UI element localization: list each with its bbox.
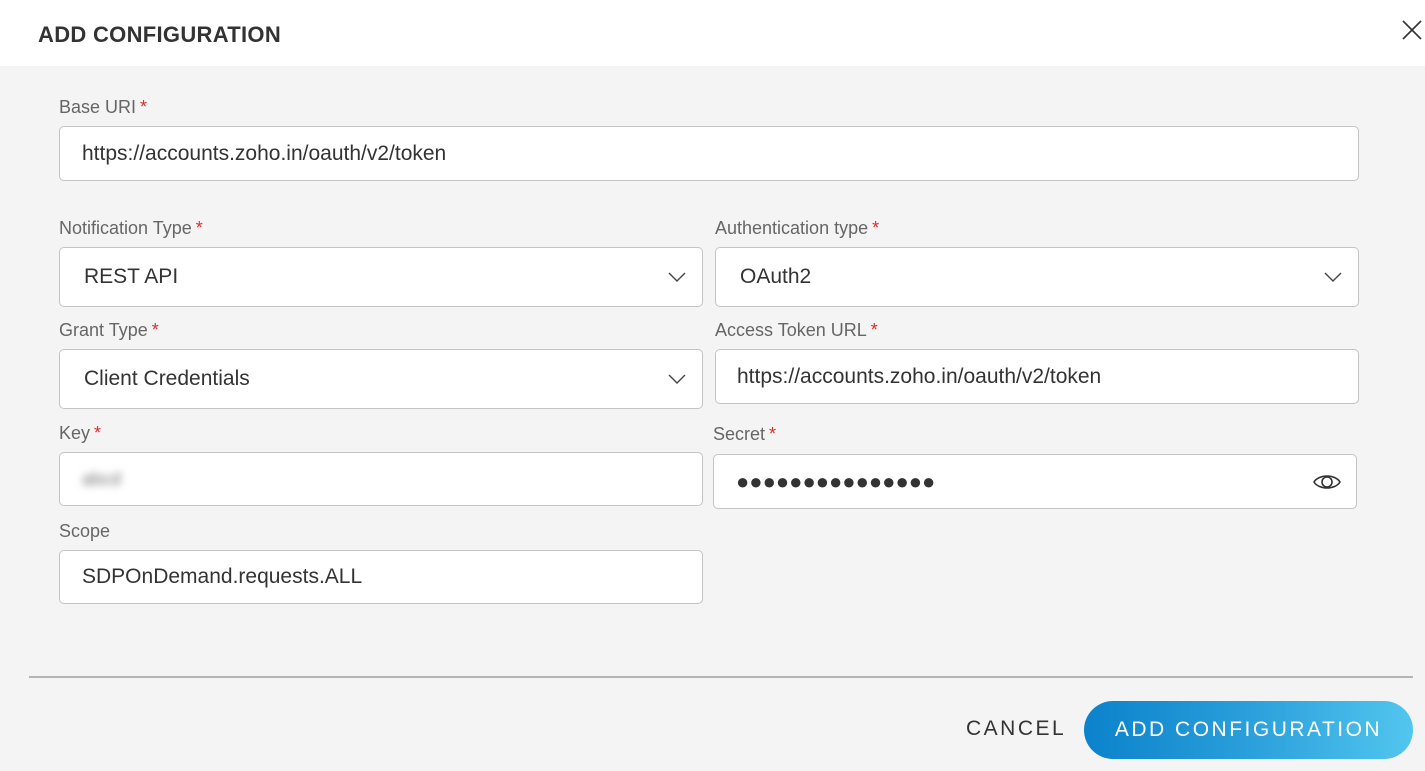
base-uri-value: https://accounts.zoho.in/oauth/v2/token <box>82 141 447 165</box>
chevron-down-icon <box>668 272 686 282</box>
base-uri-input[interactable]: https://accounts.zoho.in/oauth/v2/token <box>59 126 1359 181</box>
required-mark: * <box>870 320 878 340</box>
required-mark: * <box>151 320 159 340</box>
authentication-type-select[interactable]: OAuth2 <box>715 247 1359 307</box>
required-mark: * <box>195 218 203 238</box>
access-token-url-label: Access Token URL * <box>715 320 878 341</box>
access-token-url-input[interactable]: https://accounts.zoho.in/oauth/v2/token <box>715 349 1359 404</box>
notification-type-label-text: Notification Type <box>59 218 192 238</box>
key-label-text: Key <box>59 423 91 443</box>
base-uri-label: Base URI * <box>59 97 147 118</box>
footer-divider <box>29 676 1413 678</box>
scope-input[interactable]: SDPOnDemand.requests.ALL <box>59 550 703 604</box>
dialog-header: ADD CONFIGURATION <box>0 0 1425 66</box>
add-configuration-button[interactable]: ADD CONFIGURATION <box>1084 701 1413 759</box>
notification-type-value: REST API <box>84 265 179 288</box>
eye-icon[interactable] <box>1312 471 1342 493</box>
key-label: Key * <box>59 423 101 444</box>
chevron-down-icon <box>1324 272 1342 282</box>
notification-type-label: Notification Type * <box>59 218 203 239</box>
cancel-button[interactable]: CANCEL <box>966 717 1066 741</box>
grant-type-value: Client Credentials <box>84 367 250 390</box>
secret-value: ●●●●●●●●●●●●●●● <box>736 468 936 494</box>
required-mark: * <box>140 97 148 117</box>
scope-label-text: Scope <box>59 521 111 541</box>
notification-type-select[interactable]: REST API <box>59 247 703 307</box>
access-token-url-value: https://accounts.zoho.in/oauth/v2/token <box>737 364 1102 388</box>
scope-label: Scope <box>59 521 110 542</box>
key-value: abcd <box>82 468 122 489</box>
close-icon[interactable] <box>1400 18 1424 42</box>
scope-value: SDPOnDemand.requests.ALL <box>82 565 363 588</box>
authentication-type-label-text: Authentication type <box>715 218 869 238</box>
secret-input[interactable]: ●●●●●●●●●●●●●●● <box>713 454 1357 509</box>
chevron-down-icon <box>668 374 686 384</box>
grant-type-label: Grant Type * <box>59 320 159 341</box>
required-mark: * <box>769 424 777 444</box>
access-token-url-label-text: Access Token URL <box>715 320 867 340</box>
base-uri-label-text: Base URI <box>59 97 137 117</box>
key-input[interactable]: abcd <box>59 452 703 506</box>
authentication-type-value: OAuth2 <box>740 265 812 288</box>
required-mark: * <box>872 218 880 238</box>
authentication-type-label: Authentication type * <box>715 218 879 239</box>
grant-type-label-text: Grant Type <box>59 320 148 340</box>
secret-label-text: Secret <box>713 424 766 444</box>
required-mark: * <box>94 423 102 443</box>
add-configuration-label: ADD CONFIGURATION <box>1114 718 1383 741</box>
dialog-title: ADD CONFIGURATION <box>38 22 282 47</box>
secret-label: Secret * <box>713 424 776 445</box>
grant-type-select[interactable]: Client Credentials <box>59 349 703 409</box>
